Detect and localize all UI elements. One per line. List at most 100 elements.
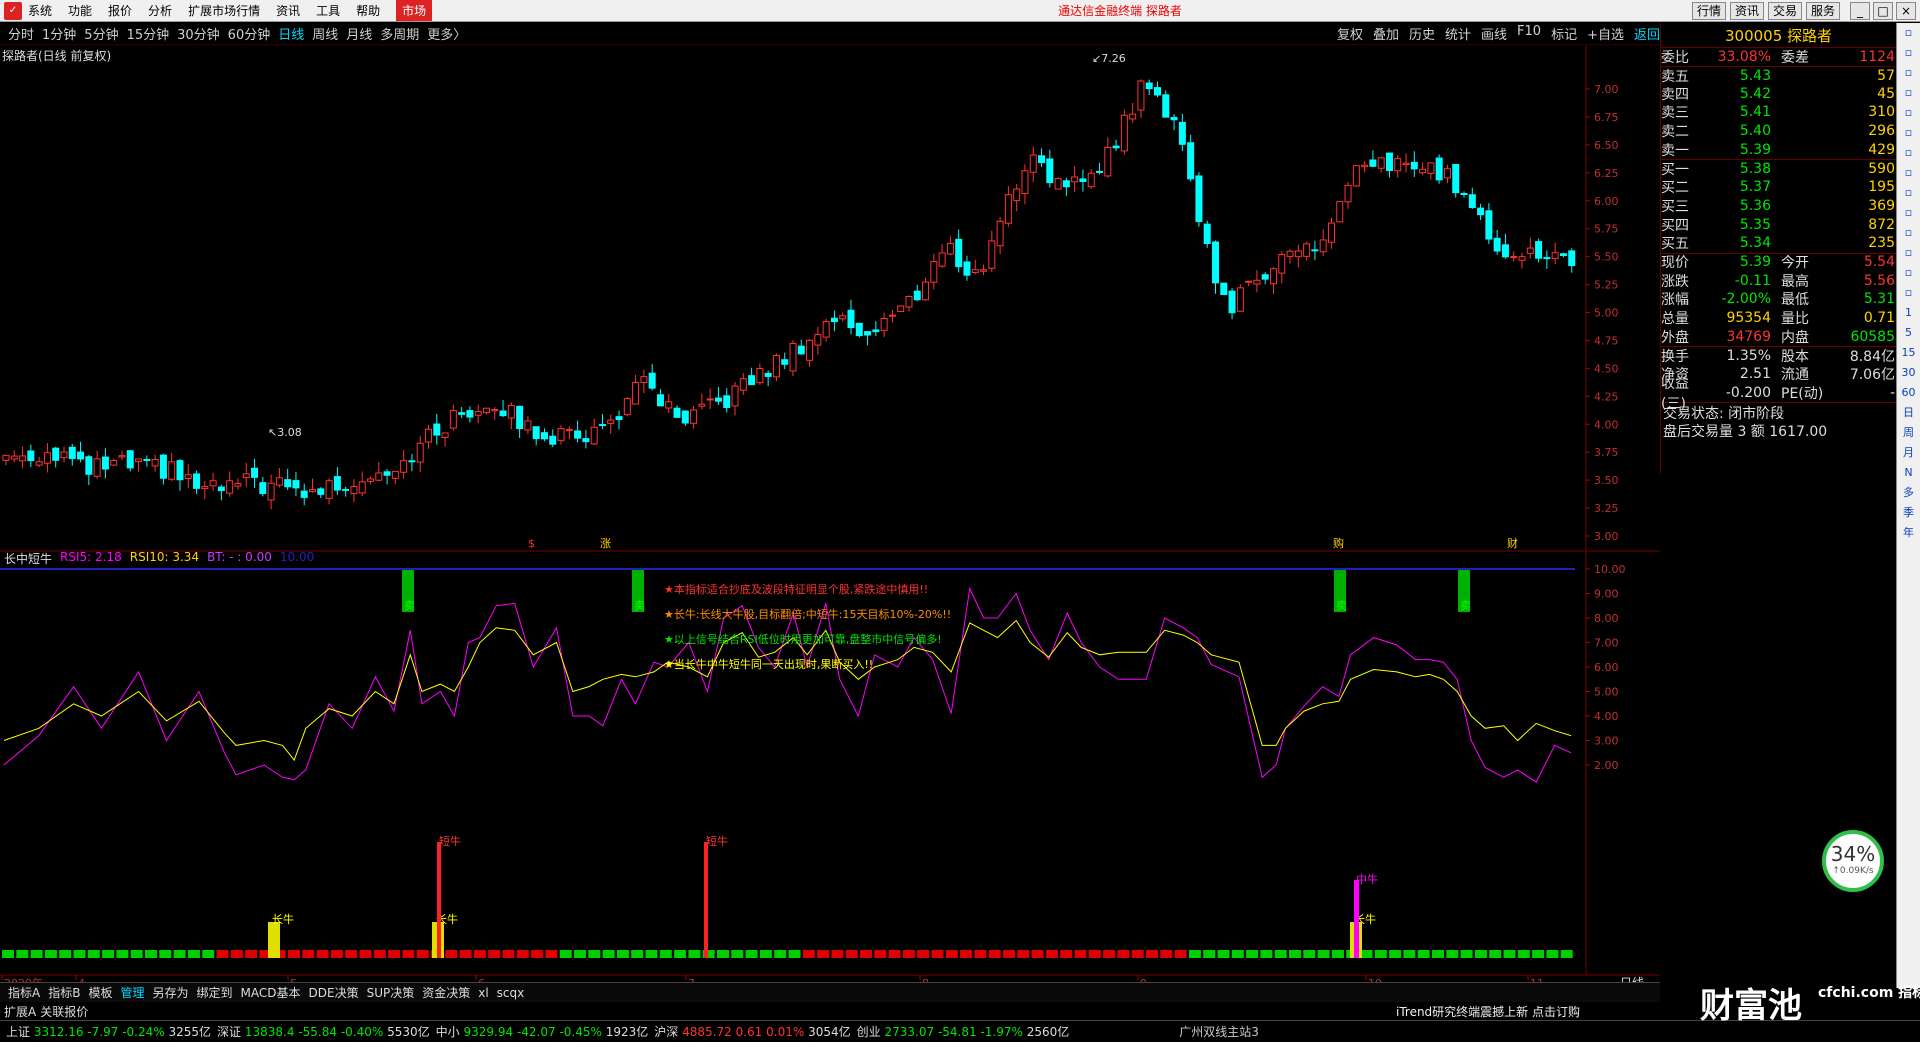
menu-market[interactable]: 市场 [396,0,433,21]
candle-body [822,321,830,338]
toolbar-btn-4[interactable]: 画线 [1481,24,1507,43]
index-quote[interactable]: 上证 3312.16 -7.97 -0.24% 3255亿 [6,1023,211,1040]
indicator-note: ★以上信号结合RSI低位时用更加可靠,盘整市中信号偏多! [664,632,942,646]
tab-10[interactable]: xl [478,986,488,1000]
announcement-link[interactable]: iTrend研究终端震撼上新 点击订购 [1396,1003,1580,1020]
menu-item-4[interactable]: 扩展市场行情 [188,2,260,19]
tab-7[interactable]: DDE决策 [309,984,359,1001]
trend-block [645,950,658,958]
menu-item-6[interactable]: 工具 [316,2,340,19]
tool-icon[interactable]: ▫ [1905,163,1912,183]
vtool-period-8[interactable]: N [1904,463,1912,483]
tab-1[interactable]: 指标B [48,984,80,1001]
tool-icon[interactable]: ▫ [1905,123,1912,143]
period-6[interactable]: 日线 [278,24,304,43]
vtool-period-1[interactable]: 5 [1905,323,1912,343]
vtool-period-2[interactable]: 15 [1902,343,1916,363]
period-7[interactable]: 周线 [312,24,338,43]
top-button-1[interactable]: 资讯 [1729,1,1764,20]
trend-block [116,950,129,958]
period-0[interactable]: 分时 [8,24,34,43]
vtool-period-9[interactable]: 多 [1903,483,1914,503]
index-quote[interactable]: 创业 2733.07 -54.81 -1.97% 2560亿 [857,1023,1070,1040]
tool-icon[interactable]: ▫ [1905,183,1912,203]
period-10[interactable]: 更多〉 [427,24,466,43]
toolbar-btn-3[interactable]: 统计 [1445,24,1471,43]
tab-2[interactable]: 模板 [88,984,112,1001]
period-8[interactable]: 月线 [346,24,372,43]
vtool-period-3[interactable]: 30 [1902,363,1916,383]
tab-9[interactable]: 资金决策 [422,984,470,1001]
tool-icon[interactable]: ▫ [1905,203,1912,223]
minimize-icon[interactable]: _ [1850,1,1870,20]
top-button-2[interactable]: 交易 [1767,1,1802,20]
tab-11[interactable]: scqx [497,986,525,1000]
vtool-period-0[interactable]: 1 [1905,303,1912,323]
indicator-name[interactable]: 长中短牛 [4,550,52,567]
tool-icon[interactable]: ▫ [1905,243,1912,263]
menu-item-3[interactable]: 分析 [148,2,172,19]
tab-0[interactable]: 指标A [8,984,40,1001]
candle-body [217,486,225,492]
maximize-icon[interactable]: □ [1873,1,1893,20]
top-button-3[interactable]: 服务 [1805,1,1840,20]
menu-item-5[interactable]: 资讯 [276,2,300,19]
tool-icon[interactable]: ▫ [1905,283,1912,303]
vtool-period-7[interactable]: 月 [1903,443,1914,463]
index-quote[interactable]: 中小 9329.94 -42.07 -0.45% 1923亿 [436,1023,649,1040]
close-icon[interactable]: × [1896,1,1916,20]
menu-item-1[interactable]: 功能 [68,2,92,19]
tool-icon[interactable]: ▫ [1905,263,1912,283]
rsi10-label: RSI10: 3.34 [129,550,200,564]
tool-icon[interactable]: ▫ [1905,63,1912,83]
toolbar-btn-2[interactable]: 历史 [1409,24,1435,43]
period-3[interactable]: 15分钟 [127,24,170,43]
vtool-period-11[interactable]: 年 [1903,523,1914,543]
tab-3[interactable]: 管理 [120,984,144,1001]
candle-body [1551,252,1559,259]
toolbar-btn-6[interactable]: 标记 [1551,24,1577,43]
toolbar-btn-7[interactable]: +自选 [1587,24,1624,43]
toolbar-btn-5[interactable]: F10 [1517,24,1541,43]
vtool-period-5[interactable]: 日 [1903,403,1914,423]
tab-5[interactable]: 绑定到 [197,984,233,1001]
menu-item-2[interactable]: 报价 [108,2,132,19]
index-quote[interactable]: 沪深 4885.72 0.61 0.01% 3054亿 [654,1023,850,1040]
period-4[interactable]: 30分钟 [177,24,220,43]
vtool-period-4[interactable]: 60 [1902,383,1916,403]
period-5[interactable]: 60分钟 [228,24,271,43]
menu-item-7[interactable]: 帮助 [356,2,380,19]
top-button-0[interactable]: 行情 [1691,1,1726,20]
tab-related-quote[interactable]: 关联报价 [40,1003,88,1020]
tool-icon[interactable]: ▫ [1905,143,1912,163]
candle-body [723,395,731,408]
candle-body [516,405,524,430]
period-1[interactable]: 1分钟 [42,24,76,43]
long-signal-bar [268,922,280,958]
candle-body [1352,165,1360,187]
tool-icon[interactable]: ▫ [1905,43,1912,63]
bid-row: 买一 5.38 590 [1661,159,1896,178]
tab-4[interactable]: 另存为 [152,984,188,1001]
tab-ext-a[interactable]: 扩展A [4,1003,36,1020]
candle-body [1286,250,1294,257]
vtool-period-10[interactable]: 季 [1903,503,1914,523]
index-quote[interactable]: 深证 13838.4 -55.84 -0.40% 5530亿 [217,1023,430,1040]
period-2[interactable]: 5分钟 [84,24,118,43]
toolbar-btn-8[interactable]: 返回 [1634,24,1660,43]
tool-icon[interactable]: ▫ [1905,223,1912,243]
menu-item-0[interactable]: 系统 [28,2,52,19]
tool-icon[interactable]: ▫ [1905,83,1912,103]
vtool-period-6[interactable]: 周 [1903,423,1914,443]
candle-body [996,220,1004,247]
trend-block [631,950,644,958]
webi-row: 委比 33.08% 委差 1124 [1661,47,1896,66]
tool-icon[interactable]: ▫ [1905,23,1912,43]
kline-chart[interactable]: 7.00 6.75 6.50 6.25 6.00 5.75 5.50 5.25 5.00 4.75… [0,45,1660,990]
period-9[interactable]: 多周期 [380,24,419,43]
tool-icon[interactable]: ▫ [1905,103,1912,123]
tab-8[interactable]: SUP决策 [367,984,415,1001]
toolbar-btn-0[interactable]: 复权 [1337,24,1363,43]
tab-6[interactable]: MACD基本 [241,984,301,1001]
toolbar-btn-1[interactable]: 叠加 [1373,24,1399,43]
